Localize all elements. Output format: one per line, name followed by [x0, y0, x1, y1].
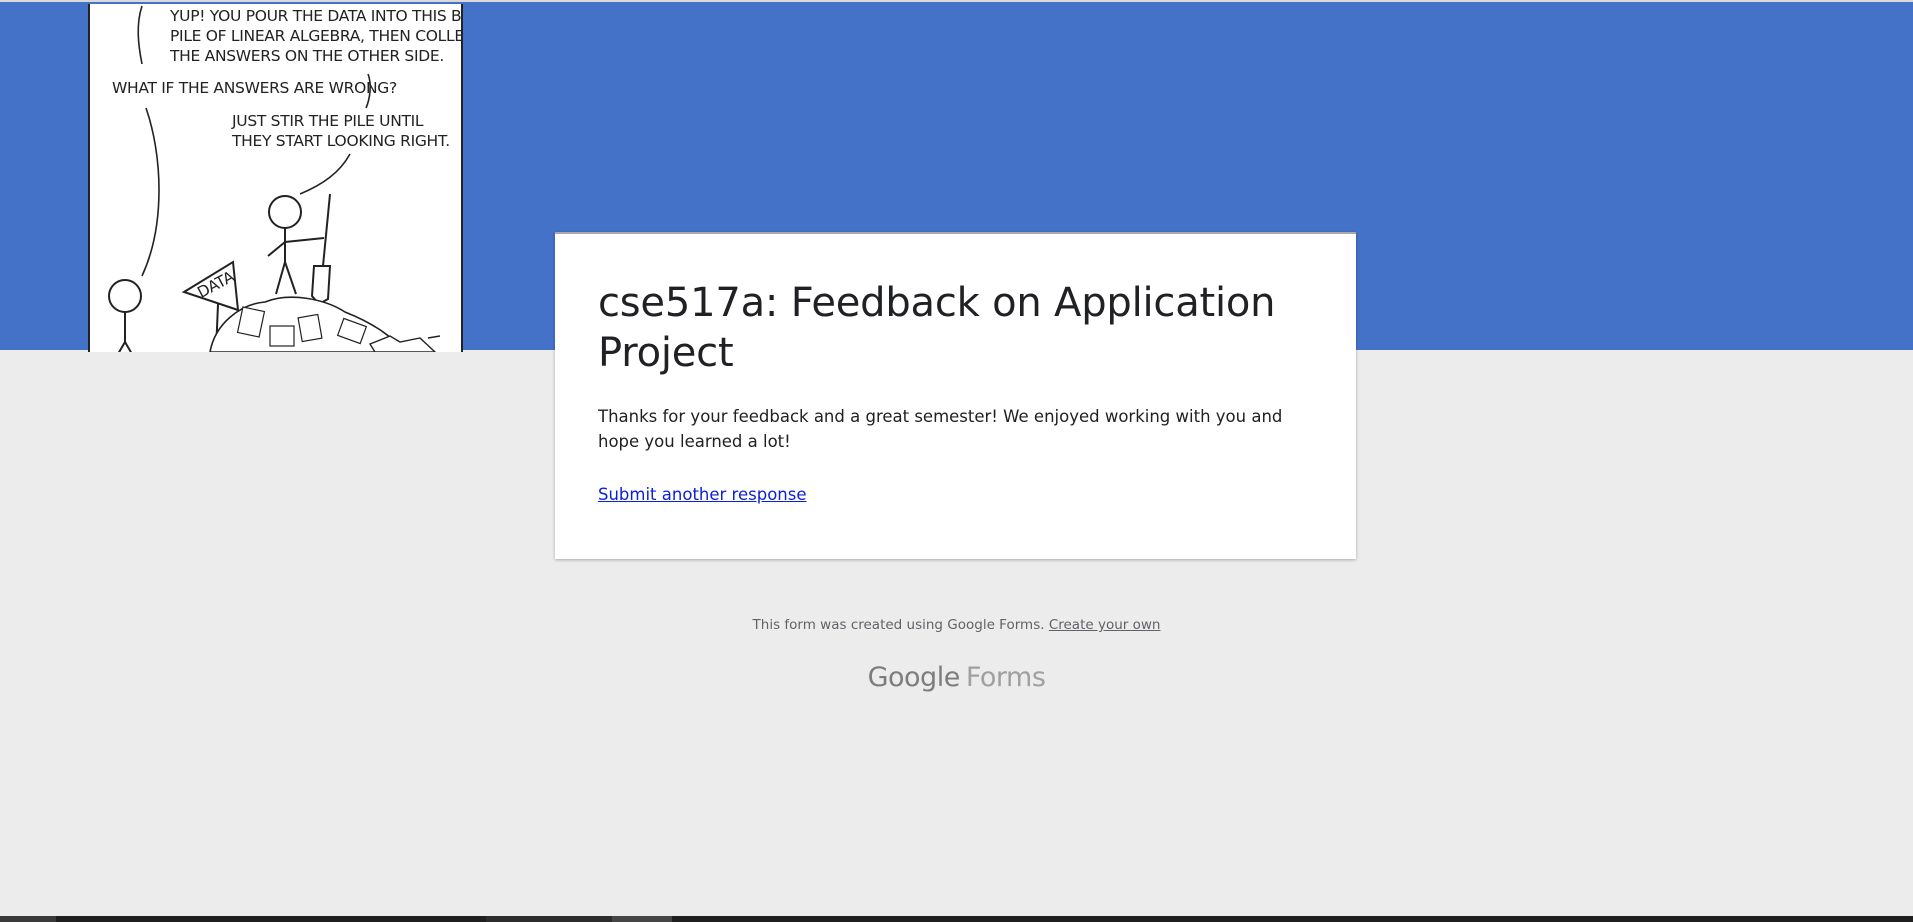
comic-line-4: WHAT IF THE ANSWERS ARE WRONG? [112, 79, 397, 97]
google-forms-logo[interactable]: Google Forms [0, 662, 1913, 693]
comic-line-6: THEY START LOOKING RIGHT. [231, 132, 450, 150]
taskbar-segment [612, 916, 672, 922]
submit-another-response-link[interactable]: Submit another response [598, 485, 807, 504]
footer-text: This form was created using Google Forms… [752, 617, 1045, 633]
google-wordmark: Google [867, 662, 961, 693]
comic-illustration: YUP! YOU POUR THE DATA INTO THIS BIG PIL… [108, 5, 461, 352]
confirmation-card: cse517a: Feedback on Application Project… [555, 232, 1356, 559]
taskbar-segment [486, 916, 612, 922]
form-title: cse517a: Feedback on Application Project [598, 280, 1276, 376]
create-your-own-link[interactable]: Create your own [1049, 617, 1161, 633]
taskbar-segment [0, 916, 56, 922]
left-figure-head [108, 279, 142, 313]
comic-line-5: JUST STIR THE PILE UNTIL [231, 112, 424, 130]
right-figure-head [268, 195, 302, 229]
comic-line-2: PILE OF LINEAR ALGEBRA, THEN COLLECT [170, 27, 461, 45]
page: YUP! YOU POUR THE DATA INTO THIS BIG PIL… [0, 0, 1913, 922]
header-comic-image: YUP! YOU POUR THE DATA INTO THIS BIG PIL… [88, 4, 463, 352]
forms-wordmark: Forms [965, 662, 1046, 693]
comic-line-3: THE ANSWERS ON THE OTHER SIDE. [169, 47, 444, 65]
taskbar-strip [0, 916, 1913, 922]
comic-line-1: YUP! YOU POUR THE DATA INTO THIS BIG [169, 7, 461, 25]
confirmation-message: Thanks for your feedback and a great sem… [598, 407, 1283, 451]
footer-disclaimer: This form was created using Google Forms… [0, 617, 1913, 633]
